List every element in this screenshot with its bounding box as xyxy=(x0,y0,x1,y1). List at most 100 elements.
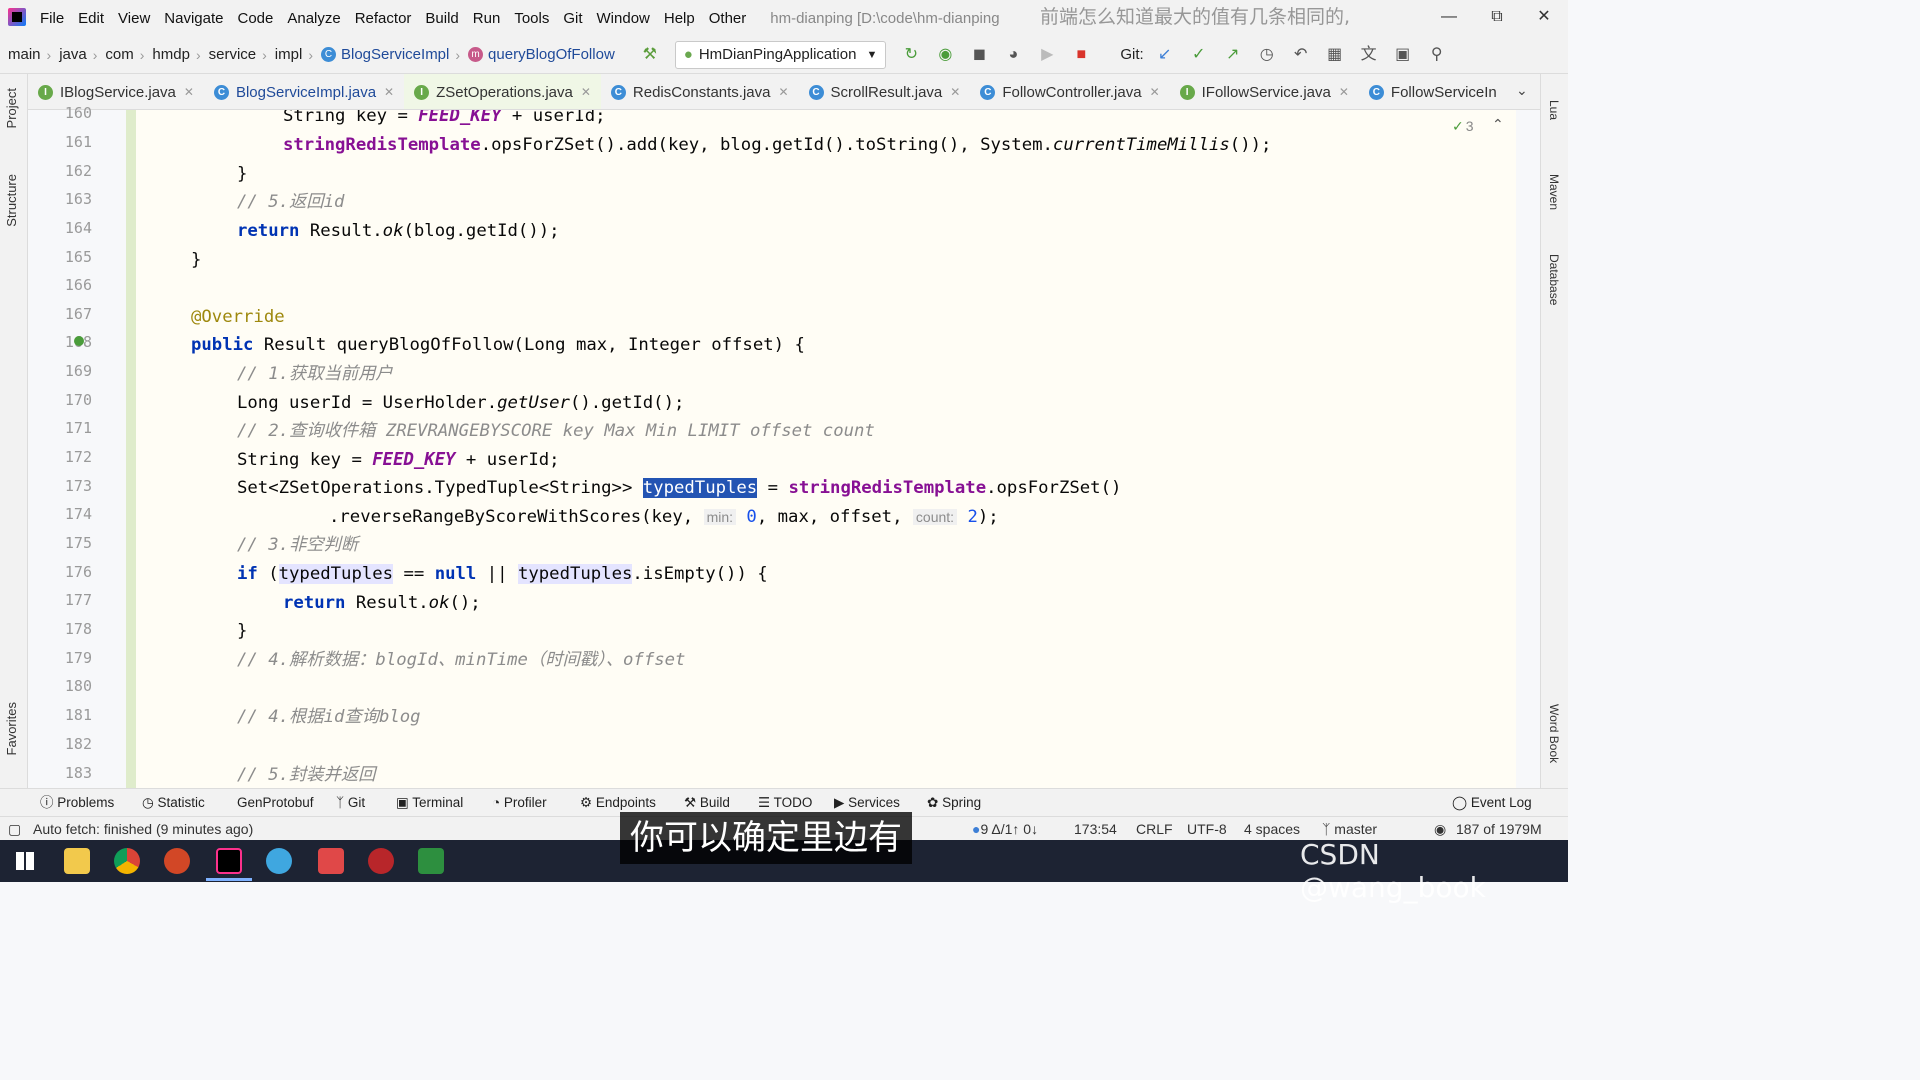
git-commit-icon[interactable]: ✓ xyxy=(1188,44,1210,66)
screen-recorder-icon[interactable] xyxy=(418,848,444,874)
caret-position[interactable]: 173:54 xyxy=(1074,817,1117,841)
git-push-icon[interactable]: ↗ xyxy=(1222,44,1244,66)
tab-followserviceimpl[interactable]: C FollowServiceIn xyxy=(1359,74,1507,109)
code-editor[interactable]: String key = FEED_KEY + userId; stringRe… xyxy=(136,110,1516,788)
breadcrumb-impl[interactable]: impl xyxy=(275,46,303,63)
tab-label: ZSetOperations.java xyxy=(436,83,573,101)
event-log-tool-button[interactable]: ◯ Event Log xyxy=(1452,789,1532,817)
watermark: CSDN @wang_book xyxy=(1300,838,1486,904)
lua-tool-button[interactable]: Lua xyxy=(1547,100,1561,120)
app-icon[interactable] xyxy=(318,848,344,874)
profiler-tool-button[interactable]: ◔ Profiler xyxy=(492,789,547,817)
menu-edit[interactable]: Edit xyxy=(78,10,104,27)
menu-view[interactable]: View xyxy=(118,10,150,27)
minimize-icon[interactable]: — xyxy=(1438,6,1460,28)
override-marker-icon[interactable] xyxy=(74,336,84,346)
file-explorer-icon[interactable] xyxy=(64,848,90,874)
menu-code[interactable]: Code xyxy=(237,10,273,27)
window-layout-icon[interactable]: ▣ xyxy=(1392,44,1414,66)
stop-icon[interactable]: ■ xyxy=(1070,44,1092,66)
tab-followcontroller[interactable]: C FollowController.java ✕ xyxy=(970,74,1169,109)
terminal-tool-button[interactable]: ▣ Terminal xyxy=(396,789,463,817)
menu-refactor[interactable]: Refactor xyxy=(355,10,412,27)
database-tool-button[interactable]: Database xyxy=(1547,254,1561,305)
tab-blogserviceimpl[interactable]: C BlogServiceImpl.java ✕ xyxy=(203,76,405,109)
redis-icon[interactable] xyxy=(368,848,394,874)
problems-tool-button[interactable]: ⓘ Problems xyxy=(40,789,114,817)
indent-setting[interactable]: 4 spaces xyxy=(1244,817,1300,841)
powerpoint-icon[interactable] xyxy=(164,848,190,874)
breadcrumb-main[interactable]: main xyxy=(8,46,41,63)
menu-file[interactable]: File xyxy=(40,10,64,27)
favorites-tool-button[interactable]: Favorites xyxy=(4,702,19,755)
menu-git[interactable]: Git xyxy=(563,10,582,27)
breadcrumb-com[interactable]: com xyxy=(105,46,133,63)
statistic-tool-button[interactable]: ◷ Statistic xyxy=(142,789,205,817)
git-changes-indicator[interactable]: ●9 Δ/1↑ 0↓ xyxy=(972,817,1038,841)
close-tab-icon[interactable]: ✕ xyxy=(950,85,960,99)
structure-tool-button[interactable]: Structure xyxy=(4,174,19,227)
run-icon[interactable]: ▶ xyxy=(1036,44,1058,66)
close-tab-icon[interactable]: ✕ xyxy=(581,85,591,99)
menu-other[interactable]: Other xyxy=(709,10,747,27)
close-icon[interactable]: ✕ xyxy=(1533,6,1555,28)
status-panel-icon[interactable]: ▢ xyxy=(8,817,21,841)
line-number: 174 xyxy=(64,505,92,523)
rollback-icon[interactable]: ↶ xyxy=(1290,44,1312,66)
history-icon[interactable]: ◷ xyxy=(1256,44,1278,66)
file-encoding[interactable]: UTF-8 xyxy=(1187,817,1227,841)
tab-redisconstants[interactable]: C RedisConstants.java ✕ xyxy=(601,74,799,109)
tab-ifollowservice[interactable]: I IFollowService.java ✕ xyxy=(1170,74,1359,109)
browser-icon[interactable] xyxy=(266,848,292,874)
tab-zsetoperations[interactable]: I ZSetOperations.java ✕ xyxy=(404,74,601,109)
menu-navigate[interactable]: Navigate xyxy=(164,10,223,27)
menu-tools[interactable]: Tools xyxy=(514,10,549,27)
translate-icon[interactable]: 文 xyxy=(1358,44,1380,66)
breadcrumb-hmdp[interactable]: hmdp xyxy=(152,46,190,63)
menu-help[interactable]: Help xyxy=(664,10,695,27)
rerun-icon[interactable]: ↻ xyxy=(900,44,922,66)
class-icon: C xyxy=(320,47,336,62)
spring-tool-button[interactable]: ✿ Spring xyxy=(927,789,981,817)
word-book-tool-button[interactable]: Word Book xyxy=(1547,704,1561,763)
tab-scrollresult[interactable]: C ScrollResult.java ✕ xyxy=(799,74,971,109)
search-icon[interactable]: ⚲ xyxy=(1426,44,1448,66)
menu-run[interactable]: Run xyxy=(473,10,501,27)
breadcrumb-class[interactable]: BlogServiceImpl xyxy=(341,46,449,63)
profile-icon[interactable]: ◕ xyxy=(1002,44,1024,66)
close-tab-icon[interactable]: ✕ xyxy=(384,85,394,99)
breadcrumb-java[interactable]: java xyxy=(59,46,87,63)
title-bar: File Edit View Navigate Code Analyze Ref… xyxy=(0,0,1568,36)
line-number: 169 xyxy=(64,362,92,380)
breadcrumb-service[interactable]: service xyxy=(209,46,257,63)
maximize-icon[interactable]: ⧉ xyxy=(1486,6,1508,28)
coverage-icon[interactable]: ◼ xyxy=(968,44,990,66)
close-tab-icon[interactable]: ✕ xyxy=(778,85,788,99)
close-tab-icon[interactable]: ✕ xyxy=(1150,85,1160,99)
menu-analyze[interactable]: Analyze xyxy=(287,10,340,27)
menu-window[interactable]: Window xyxy=(597,10,650,27)
branch-name: master xyxy=(1334,821,1378,837)
close-tab-icon[interactable]: ✕ xyxy=(184,85,194,99)
maven-tool-button[interactable]: Maven xyxy=(1547,174,1561,210)
project-structure-icon[interactable]: ▦ xyxy=(1324,44,1346,66)
hammer-icon[interactable]: ⚒ xyxy=(639,44,661,66)
git-tool-button[interactable]: ᛉ Git xyxy=(336,789,365,817)
git-update-icon[interactable]: ↙ xyxy=(1154,44,1176,66)
prev-highlight-icon[interactable]: ⌃ xyxy=(1492,116,1504,133)
run-config-dropdown[interactable]: ● HmDianPingApplication ▼ xyxy=(674,40,887,69)
menu-build[interactable]: Build xyxy=(425,10,458,27)
intellij-taskbar-icon[interactable] xyxy=(216,848,242,874)
selected-identifier[interactable]: typedTuples xyxy=(642,478,758,498)
debug-icon[interactable]: ◉ xyxy=(934,44,956,66)
inspection-ok-icon[interactable]: ✓ 3 xyxy=(1452,118,1474,135)
windows-start-icon[interactable] xyxy=(16,852,34,870)
genprotobuf-tool-button[interactable]: GenProtobuf xyxy=(237,789,314,817)
breadcrumb-method[interactable]: queryBlogOfFollow xyxy=(488,46,615,63)
tab-label: IFollowService.java xyxy=(1201,83,1331,101)
line-separator[interactable]: CRLF xyxy=(1136,817,1173,841)
project-tool-button[interactable]: Project xyxy=(4,88,19,128)
tab-list-chevron-icon[interactable]: ⌄ xyxy=(1516,82,1528,99)
close-tab-icon[interactable]: ✕ xyxy=(1339,85,1349,99)
chrome-icon[interactable] xyxy=(114,848,140,874)
